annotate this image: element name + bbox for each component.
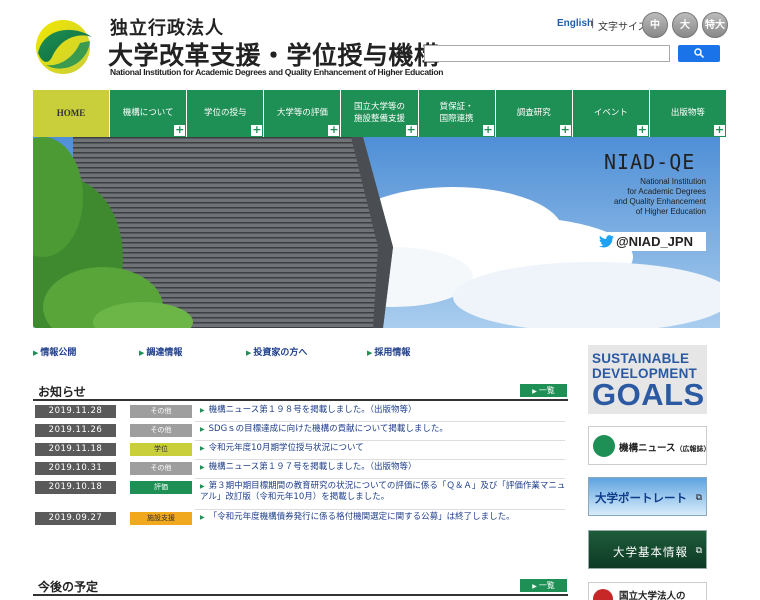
main-nav: HOME 機構について + 学位の授与 + 大学等の評価 + 国立大学等の 施設整備支…	[33, 90, 726, 137]
news-date: 2019.11.28	[35, 405, 116, 418]
plus-icon[interactable]: +	[251, 124, 263, 136]
nav-label: HOME	[56, 108, 86, 119]
news-item: 2019.11.26 その他 SDGｓの目標達成に向けた機構の貢献について掲載し…	[35, 422, 565, 440]
news-item: 2019.10.18 評価 第３期中期目標期間の教育研究の状況についての評価に係…	[35, 479, 565, 509]
nav-label: イベント	[593, 107, 628, 118]
plus-icon[interactable]: +	[559, 124, 571, 136]
university-portrait-label: 大学ポートレート	[595, 491, 687, 505]
news-item: 2019.09.27 施設支援 「令和元年度機構債券発行に係る格付機関選定に関す…	[35, 510, 565, 528]
nav-events[interactable]: イベント +	[572, 90, 650, 137]
quick-link-procurement[interactable]: 調達情報	[139, 345, 182, 358]
news-link[interactable]: SDGｓの目標達成に向けた機構の貢献について掲載しました。	[200, 424, 570, 435]
nav-publications[interactable]: 出版物等 +	[649, 90, 726, 137]
nav-facility-support[interactable]: 国立大学等の 施設整備支援 +	[341, 90, 419, 137]
sdgs-banner[interactable]: SUSTAINABLE DEVELOPMENT GOALS	[588, 345, 707, 414]
news-date: 2019.09.27	[35, 512, 116, 525]
plus-icon[interactable]: +	[405, 124, 417, 136]
sdgs-line-3: GOALS	[592, 377, 705, 412]
font-size-label: 文字サイズ	[598, 22, 648, 33]
schedule-list-button[interactable]: 一覧	[520, 579, 567, 592]
search-input[interactable]	[424, 45, 670, 62]
quick-link-disclosure[interactable]: 情報公開	[33, 345, 76, 358]
hero-title: NIAD-QE	[604, 150, 696, 174]
niad-logo-icon[interactable]	[34, 17, 96, 75]
news-item: 2019.11.28 その他 機構ニュース第１９８号を掲載しました。（出版物等）	[35, 403, 565, 421]
nav-label: 大学等の評価	[276, 107, 328, 118]
nav-quality-assurance[interactable]: 質保証・ 国際連携 +	[418, 90, 496, 137]
news-link[interactable]: 機構ニュース第１９８号を掲載しました。（出版物等）	[200, 405, 570, 416]
external-link-icon: ⧉	[695, 493, 702, 503]
news-date: 2019.10.18	[35, 481, 116, 494]
search-button[interactable]	[678, 45, 720, 62]
nav-label: 機構について	[122, 107, 174, 118]
plus-icon[interactable]: +	[636, 124, 648, 136]
nav-label: 学位の授与	[204, 107, 247, 118]
news-divider	[33, 399, 568, 401]
news-category-badge: その他	[130, 462, 192, 475]
news-link[interactable]: 第３期中期目標期間の教育研究の状況についての評価に係る「Ｑ＆Ａ」及び「評価作業マ…	[200, 481, 570, 503]
news-link[interactable]: 令和元年度10月期学位授与状況について	[200, 443, 570, 454]
schedule-divider	[33, 594, 568, 596]
external-link-icon: ⧉	[695, 546, 702, 556]
page: 独立行政法人 大学改革支援・学位授与機構 National Institutio…	[0, 0, 760, 600]
font-size-medium-button[interactable]: 中	[642, 12, 668, 38]
niad-news-banner-label: 機構ニュース（広報誌）	[619, 443, 711, 454]
news-item: 2019.10.31 その他 機構ニュース第１９７号を掲載しました。（出版物等）	[35, 460, 565, 478]
nav-research[interactable]: 調査研究 +	[495, 90, 573, 137]
plus-icon[interactable]: +	[328, 124, 340, 136]
news-item: 2019.11.18 学位 令和元年度10月期学位授与状況について	[35, 441, 565, 459]
university-basic-info-label: 大学基本情報	[613, 545, 688, 559]
niad-news-banner[interactable]: 機構ニュース（広報誌）	[588, 426, 711, 465]
national-university-icon	[593, 589, 613, 600]
news-category-badge: 学位	[130, 443, 192, 456]
nav-label: 国立大学等の 施設整備支援	[353, 102, 405, 124]
twitter-bird-icon	[599, 235, 614, 248]
hero-subtitle: National Institution for Academic Degree…	[613, 177, 706, 216]
header-separator: |	[591, 18, 595, 29]
nav-label: 質保証・ 国際連携	[439, 102, 474, 124]
nav-home[interactable]: HOME	[33, 90, 111, 137]
university-basic-info-banner[interactable]: 大学基本情報 ⧉	[588, 530, 707, 569]
search-icon	[694, 48, 704, 58]
news-list-button[interactable]: 一覧	[520, 384, 567, 397]
university-portrait-banner[interactable]: 大学ポートレート ⧉	[588, 477, 707, 516]
megaphone-icon	[593, 435, 615, 457]
news-date: 2019.11.26	[35, 424, 116, 437]
quick-link-recruitment[interactable]: 採用情報	[367, 345, 410, 358]
news-link[interactable]: 機構ニュース第１９７号を掲載しました。（出版物等）	[200, 462, 570, 473]
schedule-section-title: 今後の予定	[38, 580, 99, 594]
news-link[interactable]: 「令和元年度機構債券発行に係る格付機関選定に関する公募」は終了しました。	[200, 512, 570, 523]
news-section-title: お知らせ	[38, 385, 86, 399]
news-date: 2019.11.18	[35, 443, 116, 456]
english-link[interactable]: English	[557, 18, 593, 29]
news-category-badge: その他	[130, 405, 192, 418]
nav-degrees[interactable]: 学位の授与 +	[187, 90, 265, 137]
plus-icon[interactable]: +	[174, 124, 186, 136]
news-date: 2019.10.31	[35, 462, 116, 475]
plus-icon[interactable]: +	[713, 124, 725, 136]
sdgs-line-1: SUSTAINABLE	[592, 351, 690, 366]
nav-evaluation[interactable]: 大学等の評価 +	[264, 90, 342, 137]
twitter-handle: @NIAD_JPN	[616, 234, 693, 249]
news-category-badge: 施設支援	[130, 512, 192, 525]
nav-about[interactable]: 機構について +	[110, 90, 188, 137]
news-category-badge: 評価	[130, 481, 192, 494]
font-size-xlarge-button[interactable]: 特大	[702, 12, 728, 38]
twitter-link[interactable]: @NIAD_JPN	[597, 232, 706, 251]
org-name-english: National Institution for Academic Degree…	[110, 67, 444, 77]
nav-label: 調査研究	[516, 107, 551, 118]
quick-link-investors[interactable]: 投資家の方へ	[246, 345, 307, 358]
national-university-banner[interactable]: 国立大学法人の	[588, 582, 707, 600]
plus-icon[interactable]: +	[482, 124, 494, 136]
national-university-label: 国立大学法人の	[619, 591, 686, 600]
news-category-badge: その他	[130, 424, 192, 437]
font-size-large-button[interactable]: 大	[672, 12, 698, 38]
nav-label: 出版物等	[670, 107, 705, 118]
